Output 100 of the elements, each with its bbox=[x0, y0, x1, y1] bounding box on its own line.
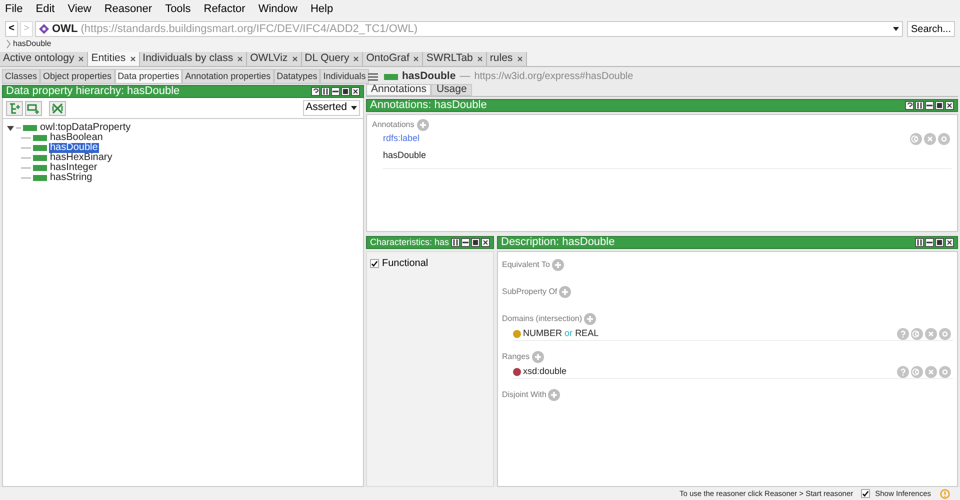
view-tab[interactable]: Usage bbox=[431, 84, 472, 96]
entity-tab[interactable]: Object properties bbox=[40, 69, 115, 84]
breadcrumb-item[interactable]: hasDouble bbox=[13, 38, 52, 50]
workspace-tab[interactable]: SWRLTab bbox=[423, 52, 487, 66]
ontology-icon bbox=[39, 24, 49, 34]
property-icon bbox=[33, 145, 47, 151]
add-subproperty-icon[interactable] bbox=[6, 100, 23, 116]
characteristic-label: Functional bbox=[382, 257, 428, 271]
tree-line-icon bbox=[21, 165, 31, 171]
tree-line-icon bbox=[21, 145, 31, 151]
tree-line-icon bbox=[21, 135, 31, 141]
workspace-tab[interactable]: OntoGraf bbox=[363, 52, 424, 66]
delete-property-icon[interactable] bbox=[49, 100, 66, 116]
section-label: Annotations bbox=[372, 119, 414, 131]
split-icon[interactable] bbox=[915, 238, 924, 247]
section-label: Equivalent To bbox=[502, 259, 550, 271]
annotation-property[interactable]: rdfs:label bbox=[383, 132, 426, 146]
tree-item[interactable]: owl:topDataProperty bbox=[39, 123, 132, 133]
close-icon[interactable] bbox=[476, 56, 483, 62]
entity-tab[interactable]: Classes bbox=[2, 69, 40, 84]
maximize-icon[interactable] bbox=[471, 238, 480, 247]
split-icon[interactable] bbox=[321, 87, 330, 96]
minimize-icon[interactable] bbox=[925, 238, 934, 247]
section-label: Disjoint With bbox=[502, 389, 546, 401]
class-expression[interactable]: NUMBER or REAL bbox=[523, 326, 599, 340]
workspace-tab[interactable]: OWLViz bbox=[247, 52, 302, 66]
menu-item[interactable]: Tools bbox=[165, 0, 191, 18]
property-icon bbox=[384, 74, 398, 80]
workspace-tab[interactable]: rules bbox=[486, 52, 527, 66]
close-icon[interactable] bbox=[516, 56, 523, 62]
property-icon bbox=[33, 135, 47, 141]
entity-tab[interactable]: Datatypes bbox=[274, 69, 320, 84]
close-icon[interactable] bbox=[945, 101, 954, 110]
entity-tab[interactable]: Individuals bbox=[320, 69, 369, 84]
split-icon[interactable] bbox=[915, 101, 924, 110]
tree-item[interactable]: hasBoolean bbox=[49, 133, 104, 143]
tree-line-icon bbox=[21, 155, 31, 161]
close-icon[interactable] bbox=[413, 56, 420, 62]
menu-item[interactable]: Edit bbox=[36, 0, 55, 18]
back-button[interactable]: < bbox=[5, 21, 18, 37]
close-icon[interactable] bbox=[353, 56, 360, 62]
dropdown-arrow-icon bbox=[351, 106, 357, 110]
minimize-icon[interactable] bbox=[925, 101, 934, 110]
menu-item[interactable]: Refactor bbox=[204, 0, 246, 18]
close-icon[interactable] bbox=[481, 238, 490, 247]
close-icon[interactable] bbox=[237, 56, 244, 62]
entity-iri: https://w3id.org/express#hasDouble bbox=[474, 70, 634, 84]
view-tab[interactable]: Annotations bbox=[366, 84, 432, 96]
close-icon[interactable] bbox=[292, 56, 298, 62]
section-label: Domains (intersection) bbox=[502, 313, 582, 325]
property-icon bbox=[33, 165, 47, 171]
class-expression[interactable]: xsd:double bbox=[523, 364, 567, 378]
property-icon bbox=[23, 125, 37, 131]
maximize-icon[interactable] bbox=[341, 87, 350, 96]
property-icon bbox=[33, 155, 47, 161]
entity-tab[interactable]: Annotation properties bbox=[182, 69, 274, 84]
tree-item[interactable]: hasString bbox=[49, 173, 94, 183]
workspace-tab[interactable]: DL Query bbox=[302, 52, 364, 66]
checkbox[interactable] bbox=[861, 489, 870, 498]
workspace-tab[interactable]: Active ontology bbox=[0, 52, 88, 66]
chevron-icon bbox=[6, 39, 11, 49]
minimize-icon[interactable] bbox=[461, 238, 470, 247]
panel-title: Annotations: hasDouble bbox=[370, 98, 487, 114]
tree-item[interactable]: hasDouble bbox=[49, 143, 99, 153]
close-icon[interactable] bbox=[130, 56, 136, 62]
add-sibling-property-icon[interactable] bbox=[25, 100, 42, 116]
close-icon[interactable] bbox=[945, 238, 954, 247]
tree-item[interactable]: hasInteger bbox=[49, 163, 98, 173]
minimize-icon[interactable] bbox=[331, 87, 340, 96]
help-icon[interactable] bbox=[905, 101, 914, 110]
panel-title: Description: hasDouble bbox=[501, 235, 615, 250]
maximize-icon[interactable] bbox=[935, 101, 944, 110]
tree-line-icon bbox=[21, 175, 31, 181]
tree-item[interactable]: hasHexBinary bbox=[49, 153, 114, 163]
mode-dropdown[interactable]: Asserted bbox=[302, 100, 360, 116]
separator-dash: — bbox=[460, 68, 470, 84]
close-icon[interactable] bbox=[351, 87, 360, 96]
panel-title: Characteristics: has bbox=[370, 236, 450, 249]
maximize-icon[interactable] bbox=[935, 238, 944, 247]
section-label: Ranges bbox=[502, 351, 530, 363]
close-icon[interactable] bbox=[78, 56, 84, 62]
workspace-tab[interactable]: Entities bbox=[88, 52, 140, 66]
menu-item[interactable]: Reasoner bbox=[104, 0, 152, 18]
annotation-value: hasDouble bbox=[383, 148, 426, 162]
split-icon[interactable] bbox=[451, 238, 460, 247]
menu-item[interactable]: View bbox=[68, 0, 92, 18]
menu-item[interactable]: File bbox=[5, 0, 23, 18]
panel-title: Data property hierarchy: hasDouble bbox=[6, 84, 180, 100]
menu-item[interactable]: Help bbox=[310, 0, 334, 18]
menu-icon[interactable] bbox=[368, 72, 378, 80]
dropdown-arrow-icon[interactable] bbox=[892, 27, 899, 31]
menu-item[interactable]: Window bbox=[258, 0, 298, 18]
collapse-icon[interactable] bbox=[7, 124, 14, 132]
entity-tab[interactable]: Data properties bbox=[114, 69, 182, 84]
checkbox[interactable] bbox=[370, 259, 379, 268]
search-button[interactable]: Search... bbox=[906, 21, 955, 37]
workspace-tab[interactable]: Individuals by class bbox=[140, 52, 248, 66]
help-icon[interactable] bbox=[311, 87, 320, 96]
entity-name: hasDouble bbox=[402, 68, 456, 84]
ontology-address-field[interactable]: OWL (https://standards.buildingsmart.org/IFC/DEV/IFC4/ADD2_TC1/OWL) bbox=[35, 21, 903, 37]
